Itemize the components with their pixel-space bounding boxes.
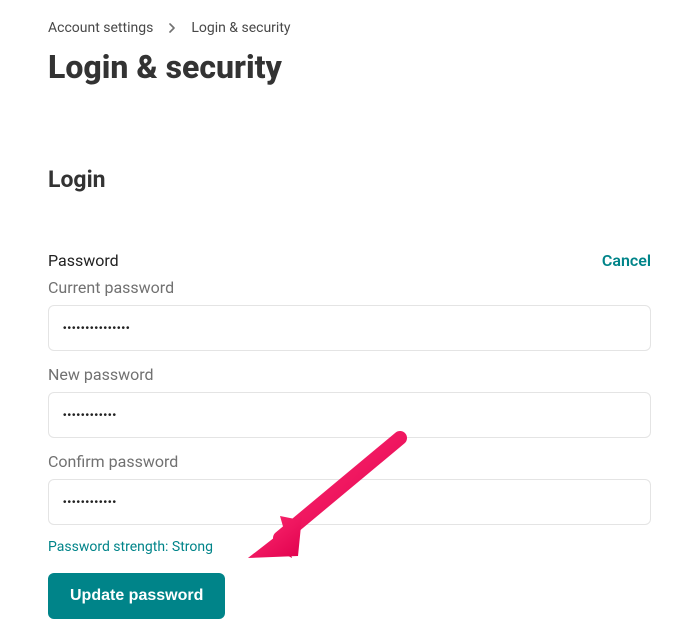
update-password-button[interactable]: Update password xyxy=(48,573,225,619)
new-password-group: New password xyxy=(48,365,651,438)
current-password-input[interactable] xyxy=(48,305,651,351)
confirm-password-group: Confirm password xyxy=(48,452,651,525)
page-title: Login & security xyxy=(48,48,651,86)
breadcrumb-current: Login & security xyxy=(191,20,290,36)
current-password-group: Current password xyxy=(48,278,651,351)
section-title-login: Login xyxy=(48,166,651,193)
password-header: Password Cancel xyxy=(48,251,651,270)
password-strength-text: Password strength: Strong xyxy=(48,539,651,555)
password-heading: Password xyxy=(48,251,119,270)
confirm-password-input[interactable] xyxy=(48,479,651,525)
confirm-password-label: Confirm password xyxy=(48,452,651,471)
current-password-label: Current password xyxy=(48,278,651,297)
chevron-right-icon xyxy=(167,23,177,33)
cancel-button[interactable]: Cancel xyxy=(602,251,651,270)
new-password-input[interactable] xyxy=(48,392,651,438)
new-password-label: New password xyxy=(48,365,651,384)
breadcrumb: Account settings Login & security xyxy=(48,20,651,36)
breadcrumb-root-link[interactable]: Account settings xyxy=(48,20,153,36)
